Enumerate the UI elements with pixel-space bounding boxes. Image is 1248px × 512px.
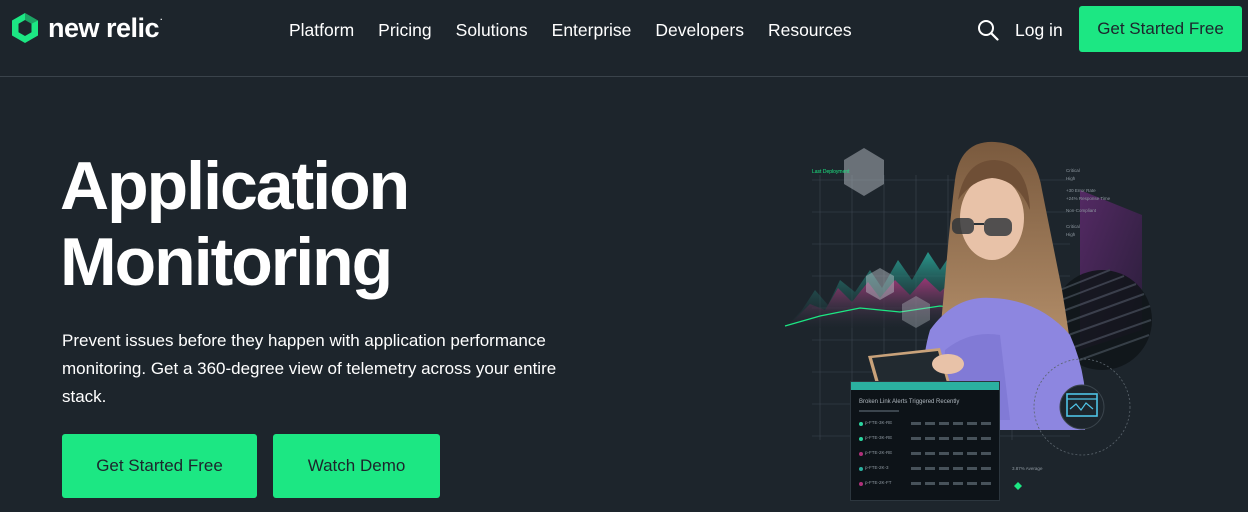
hero-illustration: Broken Link Alerts Triggered Recently p-… bbox=[780, 120, 1248, 512]
new-relic-logo-icon bbox=[12, 13, 38, 43]
nav-resources[interactable]: Resources bbox=[768, 19, 852, 41]
panel-header-bar bbox=[851, 382, 999, 390]
login-link[interactable]: Log in bbox=[1015, 19, 1063, 41]
legend-label: +24% Response Time bbox=[1066, 196, 1111, 201]
legend-label: Non-Compliant bbox=[1066, 208, 1097, 213]
chart-label: Last Deployment bbox=[812, 169, 850, 175]
panel-row: p-FTE-3K-RE bbox=[865, 435, 893, 440]
page-title-line-2: Monitoring bbox=[60, 224, 393, 300]
nav-pricing[interactable]: Pricing bbox=[378, 19, 432, 41]
page-title-line-1: Application bbox=[60, 148, 410, 224]
nav-developers[interactable]: Developers bbox=[655, 19, 744, 41]
watch-demo-button[interactable]: Watch Demo bbox=[273, 434, 440, 498]
legend-label: +30 Error Rate bbox=[1066, 188, 1096, 193]
panel-row: p-FTE-2K-3 bbox=[865, 465, 889, 470]
search-icon[interactable] bbox=[977, 19, 999, 41]
get-started-free-header-button[interactable]: Get Started Free bbox=[1079, 6, 1242, 52]
panel-row: p-FTE-3K-RE bbox=[865, 420, 893, 425]
nav-platform[interactable]: Platform bbox=[289, 19, 354, 41]
alerts-panel: Broken Link Alerts Triggered Recently p-… bbox=[850, 381, 1000, 501]
panel-row: p-FTE-2K-FT bbox=[865, 480, 892, 485]
legend-label: High bbox=[1066, 232, 1076, 237]
alerts-panel-title: Broken Link Alerts Triggered Recently bbox=[859, 399, 960, 405]
get-started-free-button[interactable]: Get Started Free bbox=[62, 434, 257, 498]
main-nav: Platform Pricing Solutions Enterprise De… bbox=[289, 19, 876, 41]
average-label: 3.87% Average bbox=[1012, 466, 1043, 471]
nav-enterprise[interactable]: Enterprise bbox=[552, 19, 632, 41]
page-title: Application Monitoring bbox=[60, 148, 410, 300]
legend-label: High bbox=[1066, 176, 1076, 181]
logo-wordmark: new relic. bbox=[48, 12, 162, 43]
panel-row: p-FTE-2K-RE bbox=[865, 450, 893, 455]
legend-label: Critical bbox=[1066, 224, 1080, 229]
legend-label: Critical bbox=[1066, 168, 1080, 173]
nav-solutions[interactable]: Solutions bbox=[456, 19, 528, 41]
new-relic-logo[interactable]: new relic. bbox=[10, 12, 162, 44]
top-navigation-bar: new relic. Platform Pricing Solutions En… bbox=[0, 0, 1248, 77]
hero-description: Prevent issues before they happen with a… bbox=[62, 331, 557, 406]
